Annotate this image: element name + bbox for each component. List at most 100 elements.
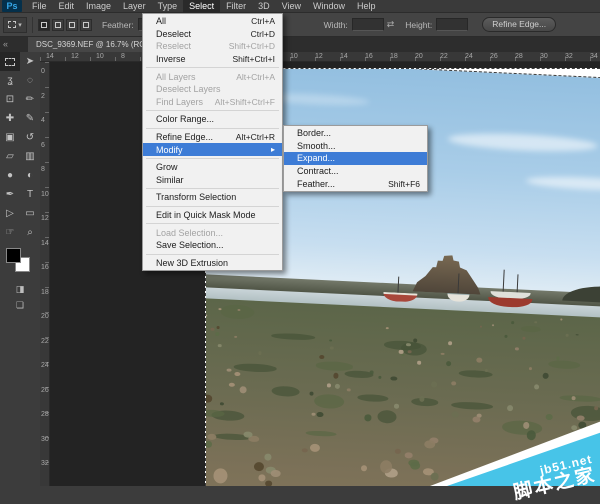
ruler-number: 12 bbox=[41, 215, 49, 222]
ruler-number: 14 bbox=[41, 240, 49, 247]
ruler-number: 6 bbox=[41, 142, 45, 149]
screen-mode-button[interactable]: ❏ bbox=[0, 300, 40, 311]
menu-separator bbox=[146, 128, 279, 129]
ruler-number: 24 bbox=[41, 362, 49, 369]
ruler-number: 10 bbox=[290, 53, 298, 60]
ruler-number: 20 bbox=[41, 313, 49, 320]
history-brush-tool-icon[interactable]: ↺ bbox=[20, 128, 40, 147]
menu-item-all-layers[interactable]: All LayersAlt+Ctrl+A bbox=[143, 70, 282, 83]
eyedropper-tool-icon[interactable]: ✏ bbox=[20, 90, 40, 109]
move-tool-icon[interactable]: ➤ bbox=[20, 52, 40, 71]
intersect-selection-mode-button[interactable] bbox=[80, 19, 92, 31]
menubar-item-window[interactable]: Window bbox=[307, 0, 351, 13]
menu-separator bbox=[146, 188, 279, 189]
tools-panel: ➤ʓ◌⊡✏✚✎▣↺▱▥●◐✒T▷▭☞⌕ ◨ ❏ bbox=[0, 52, 40, 486]
ruler-number: 10 bbox=[41, 191, 49, 198]
quick-mask-button[interactable]: ◨ bbox=[0, 284, 40, 295]
menu-item-similar[interactable]: Similar bbox=[143, 174, 282, 187]
menu-item-edit-in-quick-mask-mode[interactable]: Edit in Quick Mask Mode bbox=[143, 209, 282, 222]
menu-item-contract[interactable]: Contract... bbox=[284, 165, 427, 178]
menu-separator bbox=[146, 67, 279, 68]
menubar-item-view[interactable]: View bbox=[276, 0, 307, 13]
menu-item-transform-selection[interactable]: Transform Selection bbox=[143, 191, 282, 204]
path-selection-tool-icon[interactable]: ▷ bbox=[0, 204, 20, 223]
modify-submenu: Border...Smooth...Expand...Contract...Fe… bbox=[283, 125, 428, 192]
pen-tool-icon[interactable]: ✒ bbox=[0, 185, 20, 204]
refine-edge-button[interactable]: Refine Edge... bbox=[482, 17, 556, 32]
horizontal-ruler: 14121086810121416182022242628303234 bbox=[40, 52, 600, 62]
menu-shortcut: Shift+F6 bbox=[388, 179, 420, 189]
menu-shortcut: Ctrl+D bbox=[251, 29, 275, 39]
feather-label: Feather: bbox=[102, 20, 134, 30]
foreground-color-swatch[interactable] bbox=[6, 248, 21, 263]
collapse-panels-icon[interactable]: « bbox=[3, 39, 8, 49]
menu-item-all[interactable]: AllCtrl+A bbox=[143, 15, 282, 28]
ruler-number: 30 bbox=[540, 53, 548, 60]
healing-brush-tool-icon[interactable]: ✚ bbox=[0, 109, 20, 128]
gradient-tool-icon[interactable]: ▥ bbox=[20, 147, 40, 166]
ruler-number: 16 bbox=[365, 53, 373, 60]
menu-item-expand[interactable]: Expand... bbox=[284, 152, 427, 165]
menu-item-inverse[interactable]: InverseShift+Ctrl+I bbox=[143, 53, 282, 66]
hand-tool-icon[interactable]: ☞ bbox=[0, 223, 20, 242]
rectangular-marquee-tool-icon[interactable] bbox=[0, 52, 20, 71]
ruler-number: 0 bbox=[41, 68, 45, 75]
zoom-tool-icon[interactable]: ⌕ bbox=[20, 223, 40, 242]
quick-selection-tool-icon[interactable]: ◌ bbox=[20, 71, 40, 90]
ruler-number: 8 bbox=[41, 166, 45, 173]
menu-item-modify[interactable]: Modify▸ bbox=[143, 143, 282, 156]
menubar-item-select[interactable]: Select bbox=[183, 0, 220, 13]
eraser-tool-icon[interactable]: ▱ bbox=[0, 147, 20, 166]
menu-item-deselect-layers[interactable]: Deselect Layers bbox=[143, 83, 282, 96]
menu-item-grow[interactable]: Grow bbox=[143, 161, 282, 174]
menubar-item-filter[interactable]: Filter bbox=[220, 0, 252, 13]
ruler-number: 26 bbox=[41, 387, 49, 394]
menu-separator bbox=[146, 158, 279, 159]
menubar-item-image[interactable]: Image bbox=[80, 0, 117, 13]
menu-item-deselect[interactable]: DeselectCtrl+D bbox=[143, 28, 282, 41]
ruler-number: 32 bbox=[565, 53, 573, 60]
submenu-arrow-icon: ▸ bbox=[271, 145, 275, 154]
new-selection-mode-button[interactable] bbox=[38, 19, 50, 31]
menu-item-save-selection[interactable]: Save Selection... bbox=[143, 239, 282, 252]
menu-item-reselect[interactable]: ReselectShift+Ctrl+D bbox=[143, 40, 282, 53]
shape-tool-icon[interactable]: ▭ bbox=[20, 204, 40, 223]
menubar-item-3d[interactable]: 3D bbox=[252, 0, 276, 13]
lasso-tool-icon[interactable]: ʓ bbox=[0, 71, 20, 90]
ruler-number: 28 bbox=[41, 411, 49, 418]
blur-tool-icon[interactable]: ● bbox=[0, 166, 20, 185]
menu-item-color-range[interactable]: Color Range... bbox=[143, 113, 282, 126]
watermark-ribbon: jb51.net 脚本之家 bbox=[430, 416, 600, 486]
menu-item-smooth[interactable]: Smooth... bbox=[284, 140, 427, 153]
clone-stamp-tool-icon[interactable]: ▣ bbox=[0, 128, 20, 147]
add-to-selection-mode-button[interactable] bbox=[52, 19, 64, 31]
menu-bar: Ps FileEditImageLayerTypeSelectFilter3DV… bbox=[0, 0, 600, 13]
menubar-item-help[interactable]: Help bbox=[351, 0, 382, 13]
brush-tool-icon[interactable]: ✎ bbox=[20, 109, 40, 128]
height-input[interactable] bbox=[436, 18, 468, 31]
subtract-from-selection-mode-button[interactable] bbox=[66, 19, 78, 31]
tool-preset-picker[interactable]: ▾ bbox=[3, 17, 27, 33]
menu-item-load-selection[interactable]: Load Selection... bbox=[143, 226, 282, 239]
type-tool-icon[interactable]: T bbox=[20, 185, 40, 204]
ruler-number: 12 bbox=[315, 53, 323, 60]
menu-item-refine-edge[interactable]: Refine Edge...Alt+Ctrl+R bbox=[143, 131, 282, 144]
width-input[interactable] bbox=[352, 18, 384, 31]
menu-item-border[interactable]: Border... bbox=[284, 127, 427, 140]
ruler-number: 28 bbox=[515, 53, 523, 60]
dodge-tool-icon[interactable]: ◐ bbox=[20, 166, 40, 185]
menubar-item-layer[interactable]: Layer bbox=[117, 0, 152, 13]
ruler-number: 2 bbox=[41, 93, 45, 100]
menu-item-feather[interactable]: Feather...Shift+F6 bbox=[284, 177, 427, 190]
menu-shortcut: Alt+Ctrl+A bbox=[236, 72, 275, 82]
ruler-number: 24 bbox=[465, 53, 473, 60]
crop-tool-icon[interactable]: ⊡ bbox=[0, 90, 20, 109]
menubar-item-file[interactable]: File bbox=[26, 0, 53, 13]
menu-item-new-3d-extrusion[interactable]: New 3D Extrusion bbox=[143, 257, 282, 270]
menu-item-find-layers[interactable]: Find LayersAlt+Shift+Ctrl+F bbox=[143, 96, 282, 109]
menubar-item-edit[interactable]: Edit bbox=[53, 0, 81, 13]
select-menu-dropdown: AllCtrl+ADeselectCtrl+DReselectShift+Ctr… bbox=[142, 13, 283, 271]
menubar-item-type[interactable]: Type bbox=[152, 0, 184, 13]
ruler-number: 20 bbox=[415, 53, 423, 60]
link-dimensions-icon[interactable]: ⇄ bbox=[387, 19, 395, 30]
